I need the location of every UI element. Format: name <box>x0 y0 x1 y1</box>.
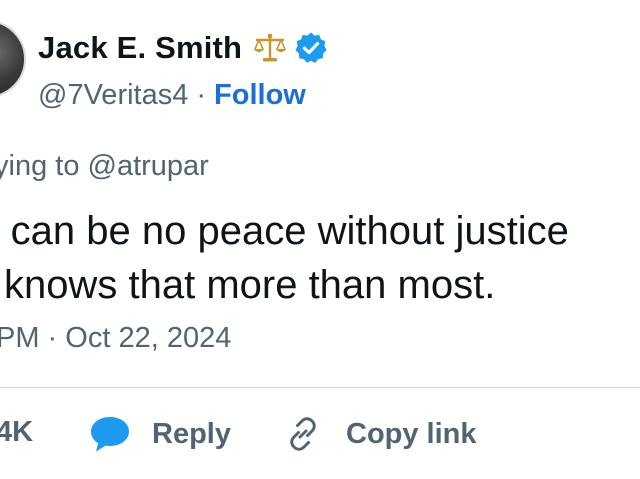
handle-row: @7Veritas4 · Follow <box>38 74 328 116</box>
reply-button[interactable]: Reply <box>88 408 231 460</box>
follow-button[interactable]: Follow <box>214 79 306 112</box>
display-name[interactable]: Jack E. Smith <box>38 30 242 66</box>
action-bar: 4K Reply Copy link <box>0 408 640 460</box>
copy-link-label: Copy link <box>346 417 477 450</box>
divider <box>0 387 640 388</box>
balance-scale-icon <box>253 33 287 62</box>
tweet-text-line-2: knows that more than most. <box>4 263 496 307</box>
reply-label: Reply <box>152 417 231 450</box>
replying-to-text[interactable]: ying to @atrupar <box>0 150 209 183</box>
replying-to-row: ying to @atrupar <box>0 150 640 194</box>
name-row: Jack E. Smith <box>38 26 328 70</box>
separator-dot: · <box>196 78 207 111</box>
tweet-card: Jack E. Smith @7Veritas4 · Follow ying t… <box>0 0 640 479</box>
link-icon <box>290 417 316 451</box>
tweet-text-line-1: re can be no peace without justice <box>0 209 569 253</box>
verified-badge-icon <box>295 32 327 63</box>
likes-count[interactable]: 4K <box>0 416 33 449</box>
timestamp[interactable]: PM · Oct 22, 2024 <box>0 322 231 355</box>
tweet-text: re can be no peace without justice knows… <box>0 204 640 312</box>
user-handle[interactable]: @7Veritas4 <box>38 79 188 112</box>
avatar[interactable] <box>0 20 26 98</box>
author-block: Jack E. Smith @7Veritas4 · Follow <box>38 26 328 116</box>
copy-link-button[interactable]: Copy link <box>284 408 477 460</box>
speech-bubble-icon <box>91 417 129 452</box>
